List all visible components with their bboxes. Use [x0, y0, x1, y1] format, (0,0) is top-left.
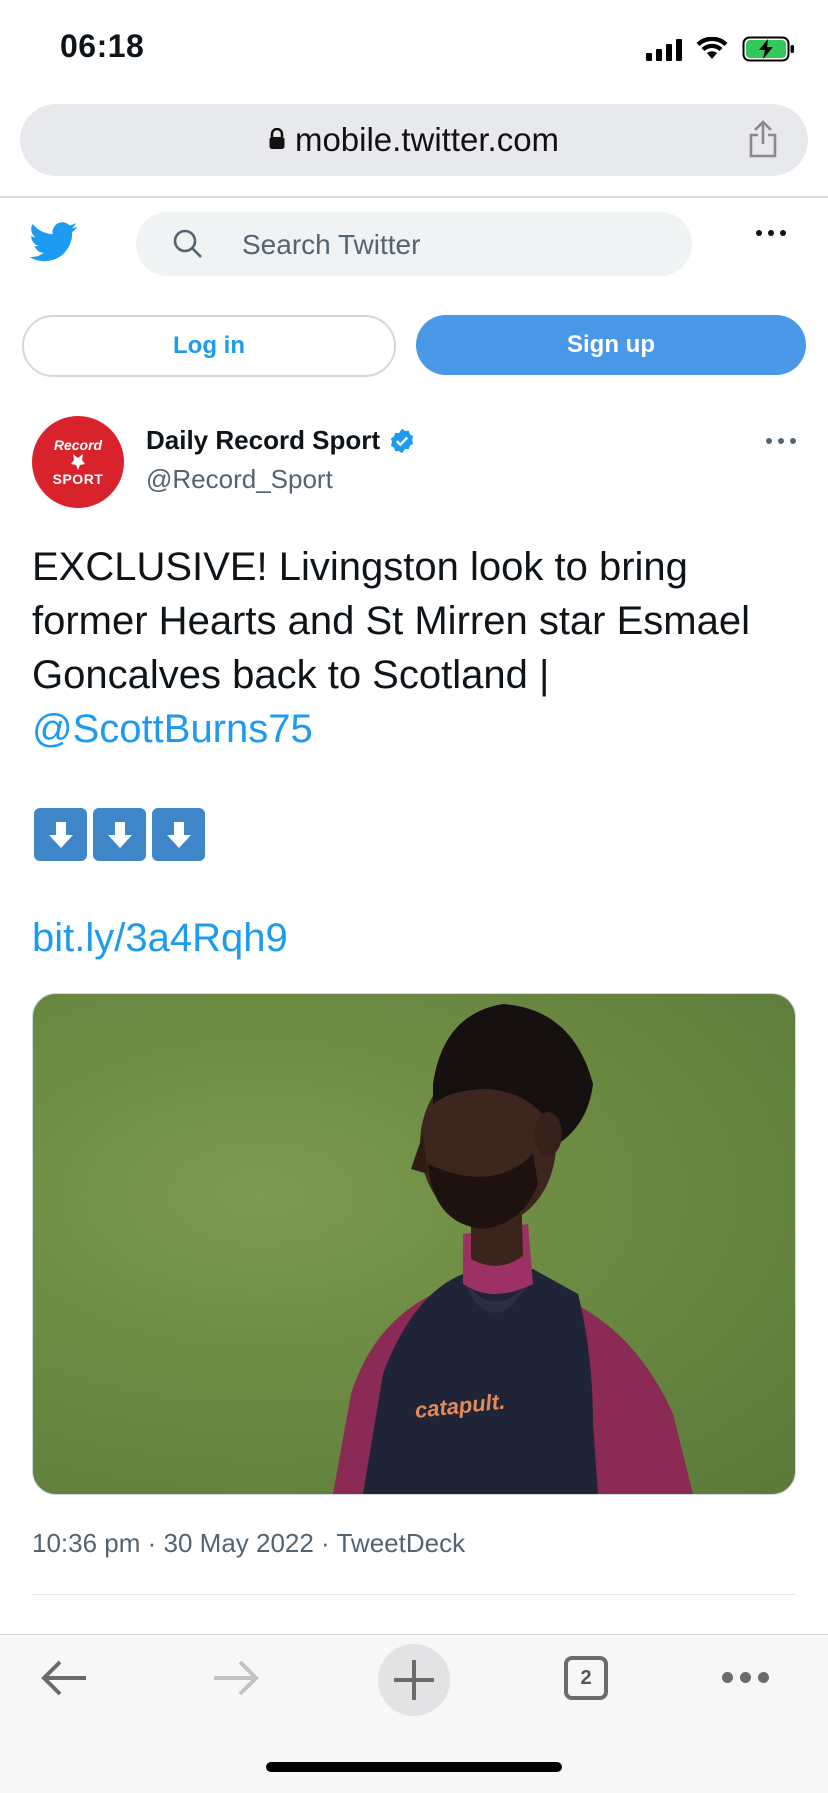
down-arrow-icon — [93, 808, 146, 861]
lock-icon — [269, 128, 285, 150]
url-text: mobile.twitter.com — [294, 121, 560, 158]
url-display: mobile.twitter.com — [20, 121, 808, 159]
forward-arrow-icon[interactable] — [210, 1652, 262, 1704]
avatar[interactable]: Record SPORT — [32, 416, 124, 508]
divider — [0, 196, 828, 198]
tweet-text: EXCLUSIVE! Livingston look to bring form… — [32, 540, 792, 756]
status-time: 06:18 — [60, 28, 145, 64]
divider — [32, 1594, 796, 1595]
mention-link[interactable]: @ScottBurns75 — [32, 707, 313, 751]
verified-badge-icon — [390, 428, 414, 453]
tweet-link[interactable]: bit.ly/3a4Rqh9 — [32, 916, 288, 961]
down-arrow-icon — [152, 808, 205, 861]
tweet-image[interactable]: catapult. — [32, 993, 796, 1495]
down-arrow-icon — [34, 808, 87, 861]
plus-icon — [394, 1660, 434, 1700]
player-photo: catapult. — [333, 1004, 693, 1494]
arrow-emojis — [34, 808, 205, 861]
more-options-icon[interactable] — [756, 230, 786, 236]
signup-button[interactable]: Sign up — [416, 315, 806, 375]
search-input[interactable]: Search Twitter — [136, 212, 692, 276]
display-name[interactable]: Daily Record Sport — [146, 425, 416, 456]
tweet-more-icon[interactable] — [766, 438, 796, 444]
new-tab-button[interactable] — [378, 1644, 450, 1716]
tweet-body: EXCLUSIVE! Livingston look to bring form… — [32, 545, 750, 697]
avatar-text-top: Record — [53, 437, 103, 453]
cellular-signal-icon — [646, 37, 682, 61]
avatar-text-bottom: SPORT — [52, 471, 104, 487]
tabs-button[interactable]: 2 — [564, 1656, 608, 1700]
status-icons — [646, 32, 796, 66]
login-button[interactable]: Log in — [22, 315, 396, 377]
search-icon — [173, 229, 202, 258]
battery-charging-icon — [742, 36, 794, 62]
bird-icon[interactable] — [30, 222, 78, 262]
crest-icon — [71, 454, 85, 470]
display-name-text: Daily Record Sport — [146, 425, 381, 455]
user-handle[interactable]: @Record_Sport — [146, 464, 333, 495]
home-indicator — [266, 1762, 562, 1772]
wifi-icon — [696, 37, 728, 59]
share-icon[interactable] — [748, 120, 778, 158]
menu-dots-icon[interactable] — [722, 1672, 769, 1683]
tweet-meta: 10:36 pm · 30 May 2022 · TweetDeck — [32, 1528, 466, 1558]
search-placeholder: Search Twitter — [242, 229, 421, 260]
address-bar[interactable]: mobile.twitter.com — [20, 104, 808, 176]
back-arrow-icon[interactable] — [38, 1652, 90, 1704]
